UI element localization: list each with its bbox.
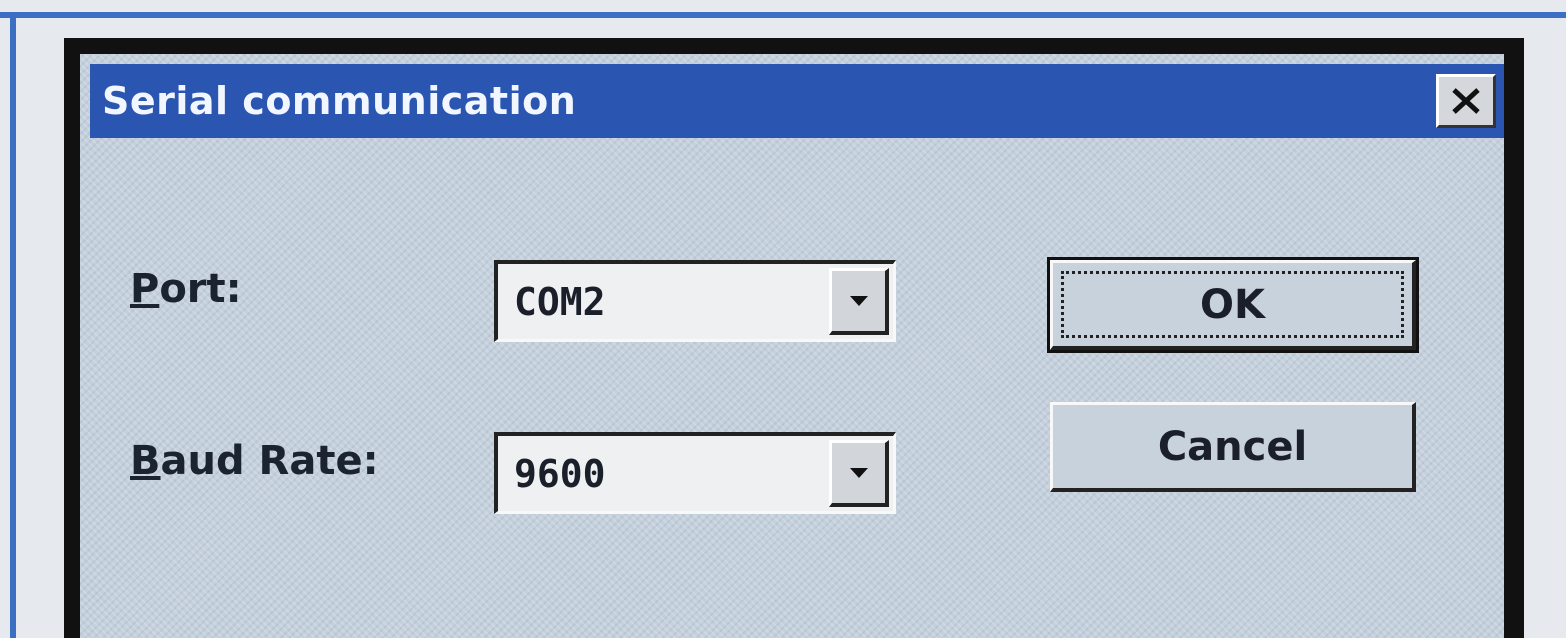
dialog-body: Serial communication Port: COM2 Baud Rat… (80, 54, 1504, 638)
page: Serial communication Port: COM2 Baud Rat… (0, 0, 1566, 638)
dialog-title: Serial communication (102, 79, 577, 123)
background-frame-top (0, 12, 1566, 18)
baud-rate-dropdown-button[interactable] (829, 440, 889, 507)
port-label-text: ort: (159, 266, 242, 312)
cancel-button-label: Cancel (1157, 423, 1308, 470)
close-button[interactable] (1436, 74, 1496, 128)
serial-communication-dialog: Serial communication Port: COM2 Baud Rat… (64, 38, 1524, 638)
close-icon (1452, 88, 1480, 114)
ok-button[interactable]: OK (1047, 257, 1419, 353)
port-value: COM2 (514, 279, 606, 324)
baud-rate-value: 9600 (514, 451, 606, 496)
title-bar[interactable]: Serial communication (90, 64, 1504, 138)
baud-rate-label: Baud Rate: (130, 438, 379, 484)
port-label-mnemonic: P (130, 266, 160, 312)
port-select[interactable]: COM2 (494, 260, 896, 342)
port-label: Port: (130, 266, 242, 312)
chevron-down-icon (849, 468, 868, 478)
baud-rate-label-text: aud Rate: (160, 438, 379, 484)
background-frame-left (10, 12, 16, 638)
focus-rectangle (1061, 271, 1404, 338)
port-dropdown-button[interactable] (829, 268, 889, 335)
chevron-down-icon (849, 296, 868, 306)
baud-rate-label-mnemonic: B (130, 438, 161, 484)
baud-rate-select[interactable]: 9600 (494, 432, 896, 514)
cancel-button[interactable]: Cancel (1050, 402, 1416, 492)
